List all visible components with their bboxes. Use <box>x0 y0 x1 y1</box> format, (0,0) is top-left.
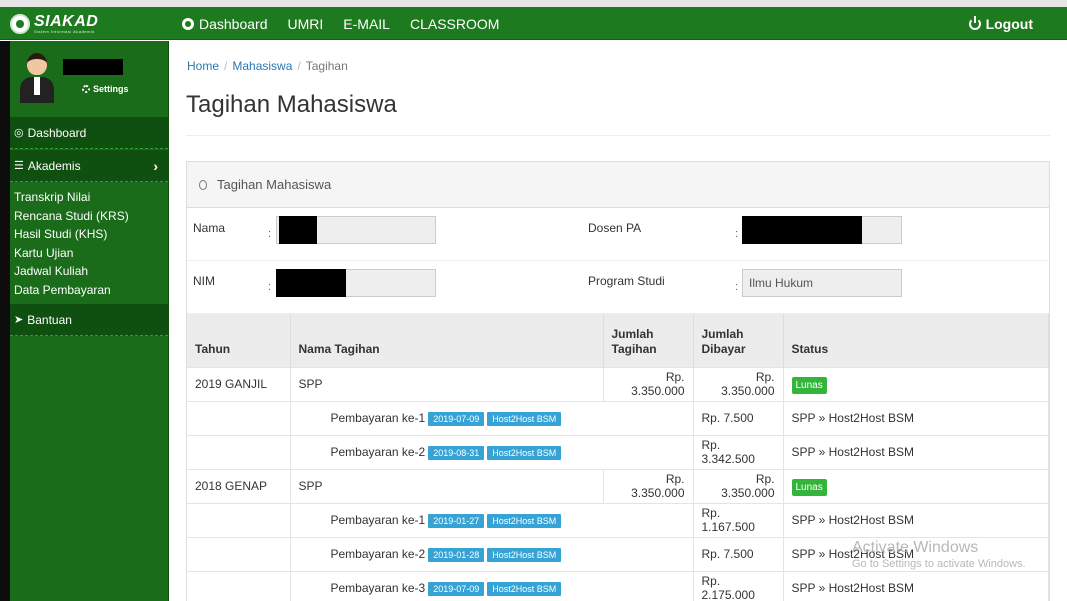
nim-redacted <box>276 269 346 297</box>
table-header-row: Tahun Nama Tagihan Jumlah Tagihan Jumlah… <box>187 314 1049 367</box>
menu-bars-icon: ☰ <box>14 160 24 172</box>
windows-activation-watermark: Activate Windows Go to Settings to activ… <box>852 539 1026 570</box>
dosen-redacted <box>742 216 862 244</box>
akademis-submenu: Transkrip Nilai Rencana Studi (KRS) Hasi… <box>10 183 168 304</box>
send-icon: ➤ <box>14 314 24 326</box>
th-nama: Nama Tagihan <box>290 314 604 367</box>
map-pin-icon <box>199 179 207 190</box>
prodi-label: Program Studi <box>588 274 665 288</box>
status-badge: Lunas <box>791 479 827 496</box>
nim-label: NIM <box>193 274 215 288</box>
window-top-strip <box>0 0 1067 7</box>
status-badge: Lunas <box>791 377 827 394</box>
prodi-field: Ilmu Hukum <box>742 269 902 297</box>
bank-label: Host2Host BSM <box>487 514 562 528</box>
table-row: 2018 GENAP SPP Rp. 3.350.000 Rp. 3.350.0… <box>187 468 1049 503</box>
breadcrumb: Home / Mahasiswa / Tagihan <box>187 59 348 73</box>
sidebar-item-bantuan[interactable]: ➤ Bantuan <box>10 304 168 336</box>
sidebar-item-jadwal[interactable]: Jadwal Kuliah <box>14 262 168 281</box>
th-tagihan: Jumlah Tagihan <box>603 314 694 367</box>
nav-umri[interactable]: UMRI <box>288 16 324 32</box>
table-row: Pembayaran ke-3 2019-07-09 Host2Host BSM R… <box>187 570 1049 601</box>
th-status: Status <box>783 314 1049 367</box>
gear-icon <box>82 85 90 93</box>
tagihan-panel: Tagihan Mahasiswa Nama : Dosen PA : NIM … <box>186 161 1050 601</box>
nav-email[interactable]: E-MAIL <box>343 16 390 32</box>
table-row: Pembayaran ke-1 2019-01-27 Host2Host BSM R… <box>187 502 1049 537</box>
dosen-label: Dosen PA <box>588 221 642 235</box>
nav-classroom[interactable]: CLASSROOM <box>410 16 499 32</box>
breadcrumb-current: Tagihan <box>305 59 348 73</box>
power-icon <box>968 15 981 30</box>
siakad-logo[interactable]: SIAKAD Sistem Informasi Akademik <box>10 12 98 36</box>
chevron-right-icon: › <box>153 157 158 174</box>
logout-button[interactable]: Logout <box>968 7 1033 40</box>
date-label: 2019-07-09 <box>428 412 485 426</box>
sidebar-item-akademis[interactable]: ☰ Akademis › <box>10 150 168 182</box>
title-divider <box>186 135 1050 136</box>
sidebar-item-khs[interactable]: Hasil Studi (KHS) <box>14 225 168 244</box>
top-navbar: SIAKAD Sistem Informasi Akademik Dashboa… <box>0 7 1067 40</box>
sidebar-item-transkrip[interactable]: Transkrip Nilai <box>14 188 168 207</box>
dashboard-icon: ◎ <box>14 127 24 139</box>
logo-text: SIAKAD <box>34 12 99 30</box>
globe-icon <box>182 17 194 30</box>
logo-subtitle: Sistem Informasi Akademik <box>34 28 95 34</box>
info-row-nama: Nama : Dosen PA : <box>187 208 1049 261</box>
user-panel: Settings <box>10 41 168 117</box>
bank-label: Host2Host BSM <box>487 548 562 562</box>
settings-link[interactable]: Settings <box>82 84 129 94</box>
page-title: Tagihan Mahasiswa <box>186 91 397 118</box>
top-nav: Dashboard UMRI E-MAIL CLASSROOM <box>182 7 519 40</box>
sidebar-item-krs[interactable]: Rencana Studi (KRS) <box>14 207 168 226</box>
logo-emblem-icon <box>10 14 30 34</box>
bank-label: Host2Host BSM <box>487 412 562 426</box>
avatar <box>20 53 54 103</box>
info-row-nim: NIM : Program Studi : Ilmu Hukum <box>187 261 1049 314</box>
sidebar-item-pembayaran[interactable]: Data Pembayaran <box>14 281 168 300</box>
table-row: Pembayaran ke-1 2019-07-09 Host2Host BSM R… <box>187 400 1049 435</box>
table-row: 2019 GANJIL SPP Rp. 3.350.000 Rp. 3.350.… <box>187 366 1049 401</box>
nama-label: Nama <box>193 221 226 235</box>
date-label: 2019-07-09 <box>428 582 485 597</box>
table-row: Pembayaran ke-2 2019-08-31 Host2Host BSM R… <box>187 434 1049 469</box>
user-name-redacted <box>63 59 123 75</box>
bank-label: Host2Host BSM <box>487 582 562 597</box>
nav-dashboard[interactable]: Dashboard <box>182 16 268 32</box>
date-label: 2019-01-27 <box>428 514 485 528</box>
sidebar-item-dashboard[interactable]: ◎ Dashboard <box>10 117 168 149</box>
bank-label: Host2Host BSM <box>487 446 562 460</box>
sidebar: Settings ◎ Dashboard ☰ Akademis › Transk… <box>0 41 169 601</box>
main-content: Home / Mahasiswa / Tagihan Tagihan Mahasiswa… <box>170 41 1067 601</box>
th-dibayar: Jumlah Dibayar <box>693 314 784 367</box>
breadcrumb-home[interactable]: Home <box>187 59 219 73</box>
sidebar-item-kartu-ujian[interactable]: Kartu Ujian <box>14 244 168 263</box>
breadcrumb-mahasiswa[interactable]: Mahasiswa <box>232 59 292 73</box>
date-label: 2019-08-31 <box>428 446 485 460</box>
nama-redacted <box>279 216 317 244</box>
date-label: 2019-01-28 <box>428 548 485 562</box>
panel-header: Tagihan Mahasiswa <box>187 162 1049 208</box>
th-tahun: Tahun <box>187 314 291 367</box>
